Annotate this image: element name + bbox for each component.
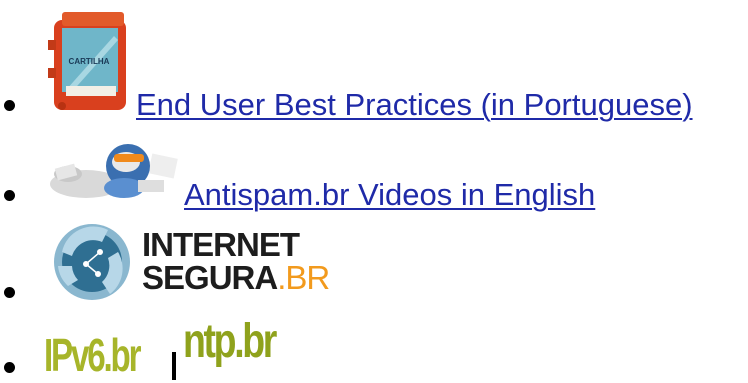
internet-segura-title-bottom: SEGURA [142,259,278,296]
cartilha-booklet-icon[interactable]: CARTILHA [48,6,138,116]
internet-segura-title-top: INTERNET [142,226,300,263]
list-bullet [4,362,15,373]
cartilha-label: CARTILHA [69,57,110,66]
list-bullet [4,287,15,298]
ntp-br-logo[interactable]: ntp.br [183,318,277,366]
list-bullet [4,190,15,201]
link-separator [172,352,176,380]
ipv6-br-logo[interactable]: IPv6.br [44,332,142,378]
internet-segura-br-accent: .BR [277,259,330,296]
link-end-user-best-practices[interactable]: End User Best Practices (in Portuguese) [136,88,693,122]
internet-segura-title-bottom-wrap: SEGURA.BR [142,259,330,296]
list-bullet [4,100,15,111]
link-antispam-videos[interactable]: Antispam.br Videos in English [184,178,595,212]
antispam-character-icon[interactable] [46,126,186,210]
